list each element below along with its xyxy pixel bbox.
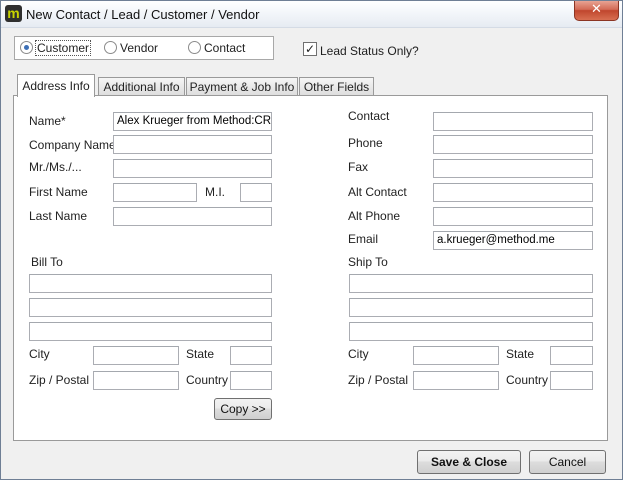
window-title: New Contact / Lead / Customer / Vendor bbox=[26, 7, 260, 22]
alt-contact-field[interactable] bbox=[433, 183, 593, 202]
ship-to-line-2[interactable] bbox=[349, 298, 593, 317]
fax-field[interactable] bbox=[433, 159, 593, 178]
company-name-field[interactable] bbox=[113, 135, 272, 154]
bill-city-field[interactable] bbox=[93, 346, 179, 365]
save-close-button[interactable]: Save & Close bbox=[417, 450, 521, 474]
last-name-field[interactable] bbox=[113, 207, 272, 226]
ship-state-field[interactable] bbox=[550, 346, 593, 365]
bill-to-heading: Bill To bbox=[31, 255, 63, 269]
dialog-window: m New Contact / Lead / Customer / Vendor… bbox=[0, 0, 623, 480]
last-name-label: Last Name bbox=[29, 209, 88, 223]
email-field[interactable]: a.krueger@method.me bbox=[433, 231, 593, 250]
lead-status-checkbox[interactable]: ✓ bbox=[303, 42, 317, 56]
bill-country-label: Country bbox=[186, 373, 229, 387]
bill-to-line-1[interactable] bbox=[29, 274, 272, 293]
tab-payment-job-info[interactable]: Payment & Job Info bbox=[186, 77, 298, 96]
ship-city-label: City bbox=[348, 347, 369, 361]
tab-address-info[interactable]: Address Info bbox=[17, 74, 95, 97]
radio-unselected-icon bbox=[104, 41, 117, 54]
radio-vendor-label: Vendor bbox=[120, 41, 159, 55]
radio-customer-label: Customer bbox=[34, 40, 92, 56]
bill-to-line-2[interactable] bbox=[29, 298, 272, 317]
close-button[interactable]: ✕ bbox=[574, 1, 619, 21]
radio-unselected-icon bbox=[188, 41, 201, 54]
bill-city-label: City bbox=[29, 347, 50, 361]
lead-status-label: Lead Status Only? bbox=[320, 44, 419, 58]
copy-button[interactable]: Copy >> bbox=[214, 398, 272, 420]
email-label: Email bbox=[348, 232, 379, 246]
checkmark-icon: ✓ bbox=[304, 42, 316, 56]
ship-to-line-3[interactable] bbox=[349, 322, 593, 341]
bill-zip-label: Zip / Postal bbox=[29, 373, 90, 387]
alt-phone-field[interactable] bbox=[433, 207, 593, 226]
bill-country-field[interactable] bbox=[230, 371, 272, 390]
salutation-label: Mr./Ms./... bbox=[29, 160, 82, 174]
title-bar[interactable]: m New Contact / Lead / Customer / Vendor… bbox=[1, 1, 622, 28]
bill-to-line-3[interactable] bbox=[29, 322, 272, 341]
tab-additional-info[interactable]: Additional Info bbox=[98, 77, 185, 96]
salutation-field[interactable] bbox=[113, 159, 272, 178]
alt-contact-label: Alt Contact bbox=[348, 185, 407, 199]
bill-state-field[interactable] bbox=[230, 346, 272, 365]
contact-label: Contact bbox=[348, 109, 390, 123]
bill-zip-field[interactable] bbox=[93, 371, 179, 390]
cancel-button[interactable]: Cancel bbox=[529, 450, 606, 474]
first-name-field[interactable] bbox=[113, 183, 197, 202]
tab-other-fields[interactable]: Other Fields bbox=[299, 77, 374, 96]
alt-phone-label: Alt Phone bbox=[348, 209, 401, 223]
ship-to-heading: Ship To bbox=[348, 255, 388, 269]
phone-field[interactable] bbox=[433, 135, 593, 154]
ship-state-label: State bbox=[506, 347, 535, 361]
first-name-label: First Name bbox=[29, 185, 88, 199]
middle-initial-label: M.I. bbox=[205, 185, 225, 199]
phone-label: Phone bbox=[348, 136, 383, 150]
radio-selected-icon bbox=[20, 41, 33, 54]
contact-field[interactable] bbox=[433, 112, 593, 131]
name-label: Name* bbox=[29, 114, 66, 128]
fax-label: Fax bbox=[348, 160, 369, 174]
radio-contact-label: Contact bbox=[204, 41, 246, 55]
ship-country-field[interactable] bbox=[550, 371, 593, 390]
ship-zip-field[interactable] bbox=[413, 371, 499, 390]
ship-city-field[interactable] bbox=[413, 346, 499, 365]
app-logo-icon: m bbox=[5, 5, 22, 22]
middle-initial-field[interactable] bbox=[240, 183, 272, 202]
ship-zip-label: Zip / Postal bbox=[348, 373, 409, 387]
ship-country-label: Country bbox=[506, 373, 549, 387]
ship-to-line-1[interactable] bbox=[349, 274, 593, 293]
company-name-label: Company Name bbox=[29, 138, 116, 152]
bill-state-label: State bbox=[186, 347, 215, 361]
name-field[interactable]: Alex Krueger from Method:CRM bbox=[113, 112, 272, 131]
